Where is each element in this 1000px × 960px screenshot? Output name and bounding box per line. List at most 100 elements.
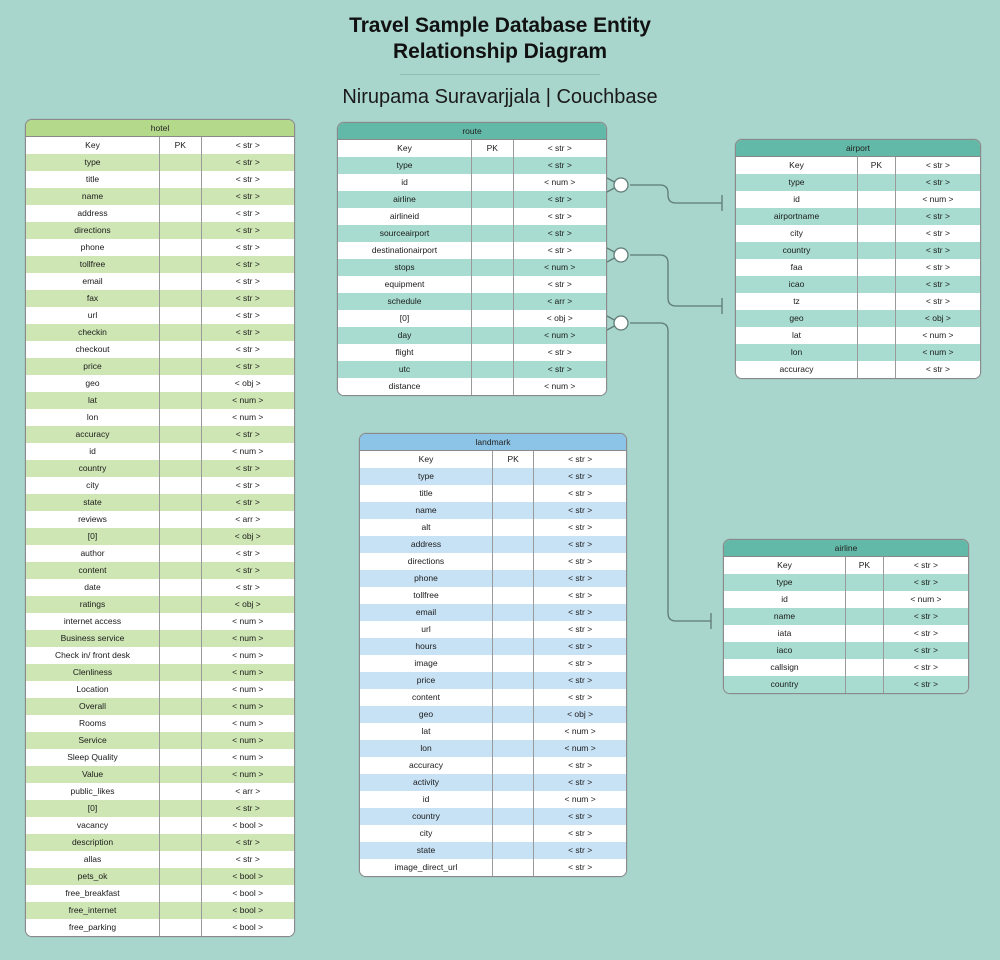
field-key-badge: [493, 842, 535, 859]
table-row: Key PK < str >: [338, 140, 606, 157]
field-name: icao: [736, 276, 858, 293]
field-key-badge: [160, 426, 202, 443]
table-row: content < str >: [26, 562, 294, 579]
entity-table-airline[interactable]: airline Key PK < str > type < str > id < num >…: [723, 539, 969, 694]
table-row: directions < str >: [26, 222, 294, 239]
table-row: lon < num >: [26, 409, 294, 426]
field-name: lat: [360, 723, 493, 740]
field-name: Service: [26, 732, 160, 749]
table-row: tollfree < str >: [360, 587, 626, 604]
table-row: lat < num >: [360, 723, 626, 740]
table-row: allas < str >: [26, 851, 294, 868]
field-type: < obj >: [567, 709, 594, 719]
table-row: lon < num >: [360, 740, 626, 757]
table-row: image_direct_url < str >: [360, 859, 626, 876]
field-key-badge: [858, 191, 896, 208]
entity-rows-hotel: Key PK < str > type < str > title < str > name <…: [26, 137, 294, 936]
field-type: < num >: [564, 726, 596, 736]
field-key-badge: [472, 310, 514, 327]
field-type: < str >: [568, 454, 593, 464]
field-type: < bool >: [232, 820, 264, 830]
field-type: < str >: [235, 361, 260, 371]
field-type: < str >: [913, 662, 938, 672]
field-key-badge: [160, 630, 202, 647]
field-type: < str >: [568, 828, 593, 838]
field-type: < str >: [568, 811, 593, 821]
table-row: geo < obj >: [736, 310, 980, 327]
field-name: hours: [360, 638, 493, 655]
table-row: accuracy < str >: [736, 361, 980, 378]
field-type: < str >: [925, 279, 950, 289]
table-row: [0] < obj >: [338, 310, 606, 327]
table-row: id < num >: [360, 791, 626, 808]
field-key-badge: [493, 502, 535, 519]
table-row: phone < str >: [360, 570, 626, 587]
table-row: lat < num >: [736, 327, 980, 344]
field-key-badge: [160, 205, 202, 222]
field-type: < str >: [568, 522, 593, 532]
table-row: alt < str >: [360, 519, 626, 536]
table-row: ratings < obj >: [26, 596, 294, 613]
table-row: distance < num >: [338, 378, 606, 395]
field-type: < str >: [925, 211, 950, 221]
field-key-badge: [493, 638, 535, 655]
field-type: < str >: [235, 463, 260, 473]
field-key-badge: [858, 174, 896, 191]
field-key-badge: [493, 519, 535, 536]
field-key-badge: PK: [846, 557, 884, 574]
field-name: vacancy: [26, 817, 160, 834]
field-key-badge: [160, 528, 202, 545]
field-type: < num >: [232, 735, 264, 745]
field-type: < str >: [568, 862, 593, 872]
field-name: name: [26, 188, 160, 205]
field-name: destinationairport: [338, 242, 472, 259]
field-type: < num >: [922, 194, 954, 204]
field-name: airline: [338, 191, 472, 208]
entity-table-route[interactable]: route Key PK < str > type < str > id < num > ai…: [337, 122, 607, 396]
field-name: Key: [736, 157, 858, 174]
field-key-badge: [472, 344, 514, 361]
field-type: < num >: [232, 769, 264, 779]
field-type: < str >: [235, 803, 260, 813]
field-key-badge: [160, 851, 202, 868]
table-row: Sleep Quality < num >: [26, 749, 294, 766]
field-type: < str >: [568, 471, 593, 481]
table-row: callsign < str >: [724, 659, 968, 676]
field-type: < num >: [544, 262, 576, 272]
field-type: < str >: [235, 242, 260, 252]
field-name: [0]: [26, 800, 160, 817]
table-row: Key PK < str >: [724, 557, 968, 574]
entity-table-hotel[interactable]: hotel Key PK < str > type < str > title < str …: [25, 119, 295, 937]
field-name: checkin: [26, 324, 160, 341]
field-key-badge: [858, 361, 896, 378]
table-row: country < str >: [26, 460, 294, 477]
field-name: tollfree: [26, 256, 160, 273]
table-row: Key PK < str >: [360, 451, 626, 468]
field-name: Key: [338, 140, 472, 157]
field-key-badge: [472, 191, 514, 208]
field-name: Overall: [26, 698, 160, 715]
field-type: < str >: [925, 262, 950, 272]
field-name: email: [360, 604, 493, 621]
field-name: distance: [338, 378, 472, 395]
field-type: < num >: [232, 412, 264, 422]
field-key-badge: [160, 460, 202, 477]
field-type: < str >: [568, 675, 593, 685]
table-row: name < str >: [724, 608, 968, 625]
field-key-badge: [472, 293, 514, 310]
field-key-badge: [472, 157, 514, 174]
field-type: < num >: [232, 718, 264, 728]
field-type: < str >: [568, 624, 593, 634]
field-type: < obj >: [546, 313, 573, 323]
entity-table-landmark[interactable]: landmark Key PK < str > type < str > title < s…: [359, 433, 627, 877]
entity-title-landmark: landmark: [360, 434, 626, 451]
table-row: iata < str >: [724, 625, 968, 642]
field-type: < str >: [235, 276, 260, 286]
field-key-badge: [160, 324, 202, 341]
field-name: type: [338, 157, 472, 174]
entity-rows-landmark: Key PK < str > type < str > title < str > name <…: [360, 451, 626, 876]
field-key-badge: [160, 715, 202, 732]
relationship-route-airport-id: [606, 177, 723, 211]
page-title-line-2: Relationship Diagram: [393, 40, 607, 63]
entity-table-airport[interactable]: airport Key PK < str > type < str > id < num >…: [735, 139, 981, 379]
